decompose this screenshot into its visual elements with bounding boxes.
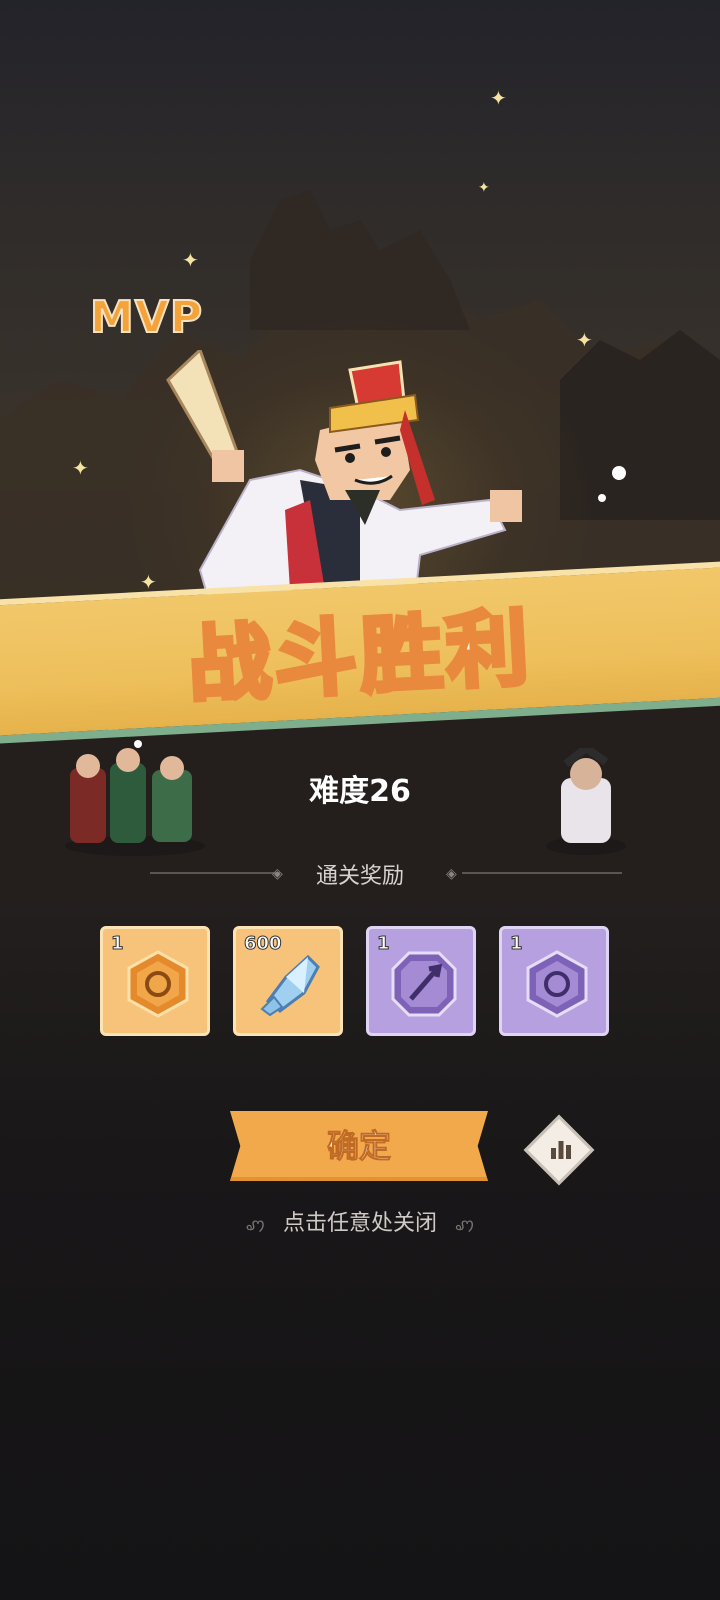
mvp-label: MVP <box>89 291 204 344</box>
confirm-button[interactable]: 确定 <box>230 1111 488 1181</box>
rewards-header: ◈ 通关奖励 ◈ <box>0 858 720 889</box>
reward-count: 1 <box>510 933 523 955</box>
blue-crystal-icon <box>260 954 320 1017</box>
sparkle-icon: ✦ <box>182 248 199 272</box>
diamond-ornament-icon: ◈ <box>446 866 457 882</box>
purple-hexagon-swirl-icon <box>526 950 588 1018</box>
reward-card[interactable]: 1 <box>499 926 609 1036</box>
reward-card[interactable]: 1 <box>366 926 476 1036</box>
sparkle-icon: ✦ <box>478 180 490 196</box>
confirm-button-label: 确定 <box>326 1127 391 1166</box>
purple-sword-badge-icon <box>391 951 457 1017</box>
sparkle-icon: ✦ <box>140 570 157 594</box>
reward-count: 1 <box>377 933 390 955</box>
reward-count: 1 <box>111 933 124 955</box>
sparkle-icon: ✦ <box>72 456 89 480</box>
reward-card[interactable]: 600 <box>233 926 343 1036</box>
sparkle-icon: ✦ <box>576 328 593 352</box>
sparkle-icon: ✦ <box>490 86 507 110</box>
rewards-list: 1 600 1 1 <box>100 926 620 1036</box>
close-hint-text: 点击任意处关闭 <box>282 1211 437 1236</box>
swirl-ornament-icon: ꩇ <box>245 1215 265 1234</box>
close-hint[interactable]: ꩇ 点击任意处关闭 ꩇ <box>0 1205 720 1237</box>
difficulty-label: 难度26 <box>309 774 411 809</box>
glow-dot <box>612 466 626 480</box>
bar-chart-icon <box>551 1141 571 1159</box>
reward-card[interactable]: 1 <box>100 926 210 1036</box>
glow-dot <box>134 740 142 748</box>
gold-hexagon-swirl-icon <box>127 950 189 1018</box>
divider-line <box>462 872 622 874</box>
rewards-title: 通关奖励 <box>315 864 404 889</box>
glow-dot <box>598 494 606 502</box>
swirl-ornament-icon: ꩇ <box>455 1215 475 1234</box>
